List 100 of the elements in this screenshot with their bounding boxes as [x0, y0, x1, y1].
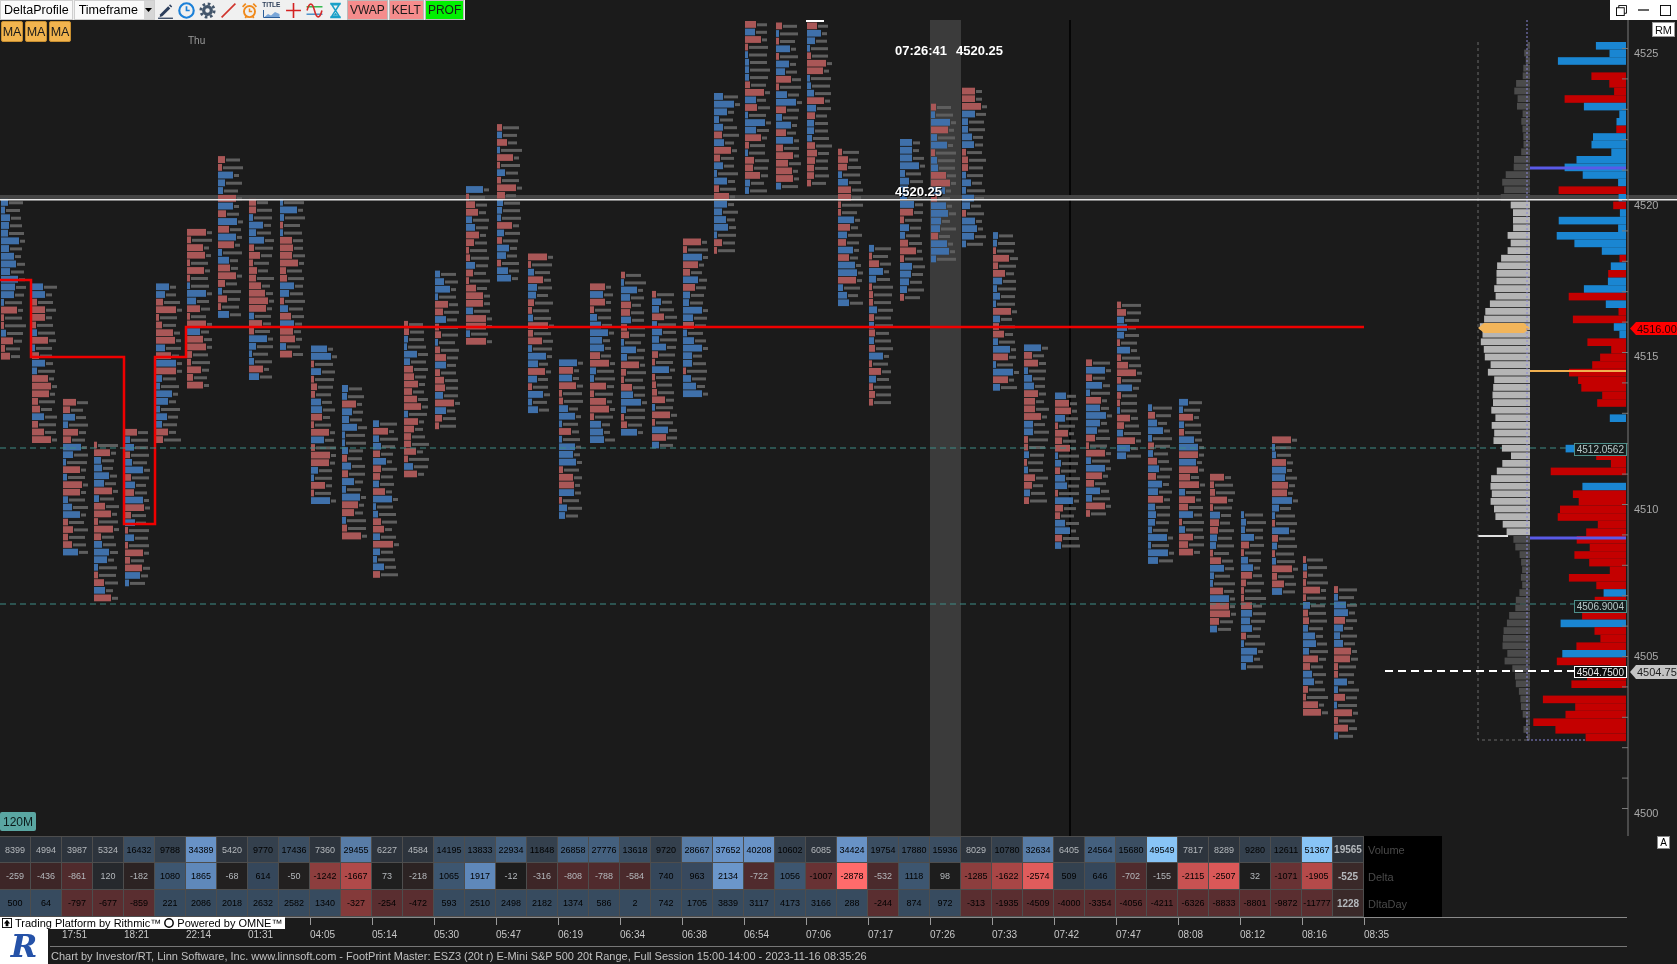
row-label: Delta — [1364, 863, 1442, 890]
table-cell: 15936 — [930, 836, 961, 863]
table-cell: -4000 — [1054, 890, 1085, 917]
table-cell: 2582 — [279, 890, 310, 917]
table-cell: -254 — [372, 890, 403, 917]
price-axis-label: 4525 — [1634, 47, 1659, 59]
indicator-button[interactable]: PROF — [424, 0, 465, 20]
crosshair-time: 07:26:41 — [895, 43, 948, 58]
profile-button[interactable]: DeltaProfile — [0, 0, 73, 20]
time-axis-label: 04:05 — [310, 929, 336, 940]
table-cell: 13618 — [620, 836, 651, 863]
price-axis-label: 4510 — [1634, 503, 1659, 515]
table-cell: 64 — [31, 890, 62, 917]
period-tag: 120M — [0, 812, 37, 831]
table-cell: 5324 — [93, 836, 124, 863]
maximize-icon[interactable] — [1660, 4, 1672, 16]
table-cell: 500 — [0, 890, 31, 917]
crosshair-icon[interactable] — [284, 1, 302, 19]
table-cell: 1080 — [155, 863, 186, 890]
table-cell: 509 — [1054, 863, 1085, 890]
table-cell: 37652 — [713, 836, 744, 863]
table-cell: 2 — [620, 890, 651, 917]
crosshair-price-label: 4520.25 — [895, 184, 942, 199]
timeframe-dropdown[interactable]: Timeframe — [73, 0, 155, 20]
row-label: Volume — [1364, 836, 1442, 863]
time-axis-label: 07:42 — [1054, 929, 1080, 940]
table-cell: 2498 — [496, 890, 527, 917]
table-cell: -584 — [620, 863, 651, 890]
table-cell: 1056 — [775, 863, 806, 890]
table-cell: -3354 — [1085, 890, 1116, 917]
table-cell: 34424 — [837, 836, 868, 863]
table-cell: -1007 — [806, 863, 837, 890]
table-cell: 19754 — [868, 836, 899, 863]
study-button[interactable]: MA — [25, 21, 47, 42]
table-cell: 1118 — [899, 863, 930, 890]
table-cell: 26858 — [558, 836, 589, 863]
table-cell: 1228 — [1333, 890, 1364, 917]
study-button[interactable]: MA — [49, 21, 71, 42]
table-cell: 29455 — [341, 836, 372, 863]
scale-button[interactable]: A — [1657, 836, 1670, 849]
price-tag: 4504.75 — [1630, 665, 1677, 679]
time-axis-label: 06:19 — [558, 929, 584, 940]
table-cell: -244 — [868, 890, 899, 917]
table-cell: 963 — [682, 863, 713, 890]
table-cell: 17436 — [279, 836, 310, 863]
rm-button[interactable]: RM — [1651, 22, 1675, 37]
time-axis-label: 06:54 — [744, 929, 770, 940]
study-button[interactable]: MA — [1, 21, 23, 42]
table-cell: 874 — [899, 890, 930, 917]
clock-icon[interactable] — [177, 1, 195, 19]
wave-icon[interactable] — [305, 1, 323, 19]
table-cell: -797 — [62, 890, 93, 917]
ring-icon — [164, 918, 175, 928]
time-axis-label: 07:17 — [868, 929, 894, 940]
caret-icon[interactable] — [143, 1, 154, 19]
table-cell: 73 — [372, 863, 403, 890]
table-cell: 32634 — [1023, 836, 1054, 863]
table-cell: 51367 — [1302, 836, 1333, 863]
price-axis-label: 4515 — [1634, 350, 1659, 362]
time-axis-label: 07:33 — [992, 929, 1018, 940]
table-cell: 972 — [930, 890, 961, 917]
table-cell: 32 — [1240, 863, 1271, 890]
table-cell: 28667 — [682, 836, 713, 863]
indicator-button[interactable]: KELT — [388, 0, 424, 20]
table-cell: -259 — [0, 863, 31, 890]
table-cell: 2632 — [248, 890, 279, 917]
time-axis-label: 17:51 — [62, 929, 88, 940]
line-tool-icon[interactable] — [219, 1, 237, 19]
indicator-button[interactable]: VWAP — [346, 0, 388, 20]
table-cell: -155 — [1147, 863, 1178, 890]
time-axis-label: 05:30 — [434, 929, 460, 940]
table-cell: 2134 — [713, 863, 744, 890]
table-cell: -436 — [31, 863, 62, 890]
table-cell: 9788 — [155, 836, 186, 863]
time-axis-label: 05:14 — [372, 929, 398, 940]
table-cell: -4211 — [1147, 890, 1178, 917]
table-cell: 2510 — [465, 890, 496, 917]
table-cell: 2182 — [527, 890, 558, 917]
table-cell: 15680 — [1116, 836, 1147, 863]
crosshair-price: 4520.25 — [956, 43, 1004, 58]
table-cell: 586 — [589, 890, 620, 917]
table-cell: -861 — [62, 863, 93, 890]
restore-icon[interactable] — [1615, 4, 1627, 16]
area-chart-icon — [262, 9, 280, 18]
time-axis-label: 08:08 — [1178, 929, 1204, 940]
table-cell: 9720 — [651, 836, 682, 863]
settings-icon[interactable] — [198, 1, 216, 19]
table-cell: 9280 — [1240, 836, 1271, 863]
table-cell: 8029 — [961, 836, 992, 863]
price-tag: 4506.9004 — [1573, 600, 1627, 613]
time-axis-label: 01:31 — [248, 929, 274, 940]
table-cell: 49549 — [1147, 836, 1178, 863]
table-cell: 3839 — [713, 890, 744, 917]
day-label: Thu — [188, 35, 206, 46]
table-cell: 10602 — [775, 836, 806, 863]
table-cell: 1705 — [682, 890, 713, 917]
table-cell: 6085 — [806, 836, 837, 863]
table-cell: 17880 — [899, 836, 930, 863]
table-cell: -677 — [93, 890, 124, 917]
table-cell: -4056 — [1116, 890, 1147, 917]
